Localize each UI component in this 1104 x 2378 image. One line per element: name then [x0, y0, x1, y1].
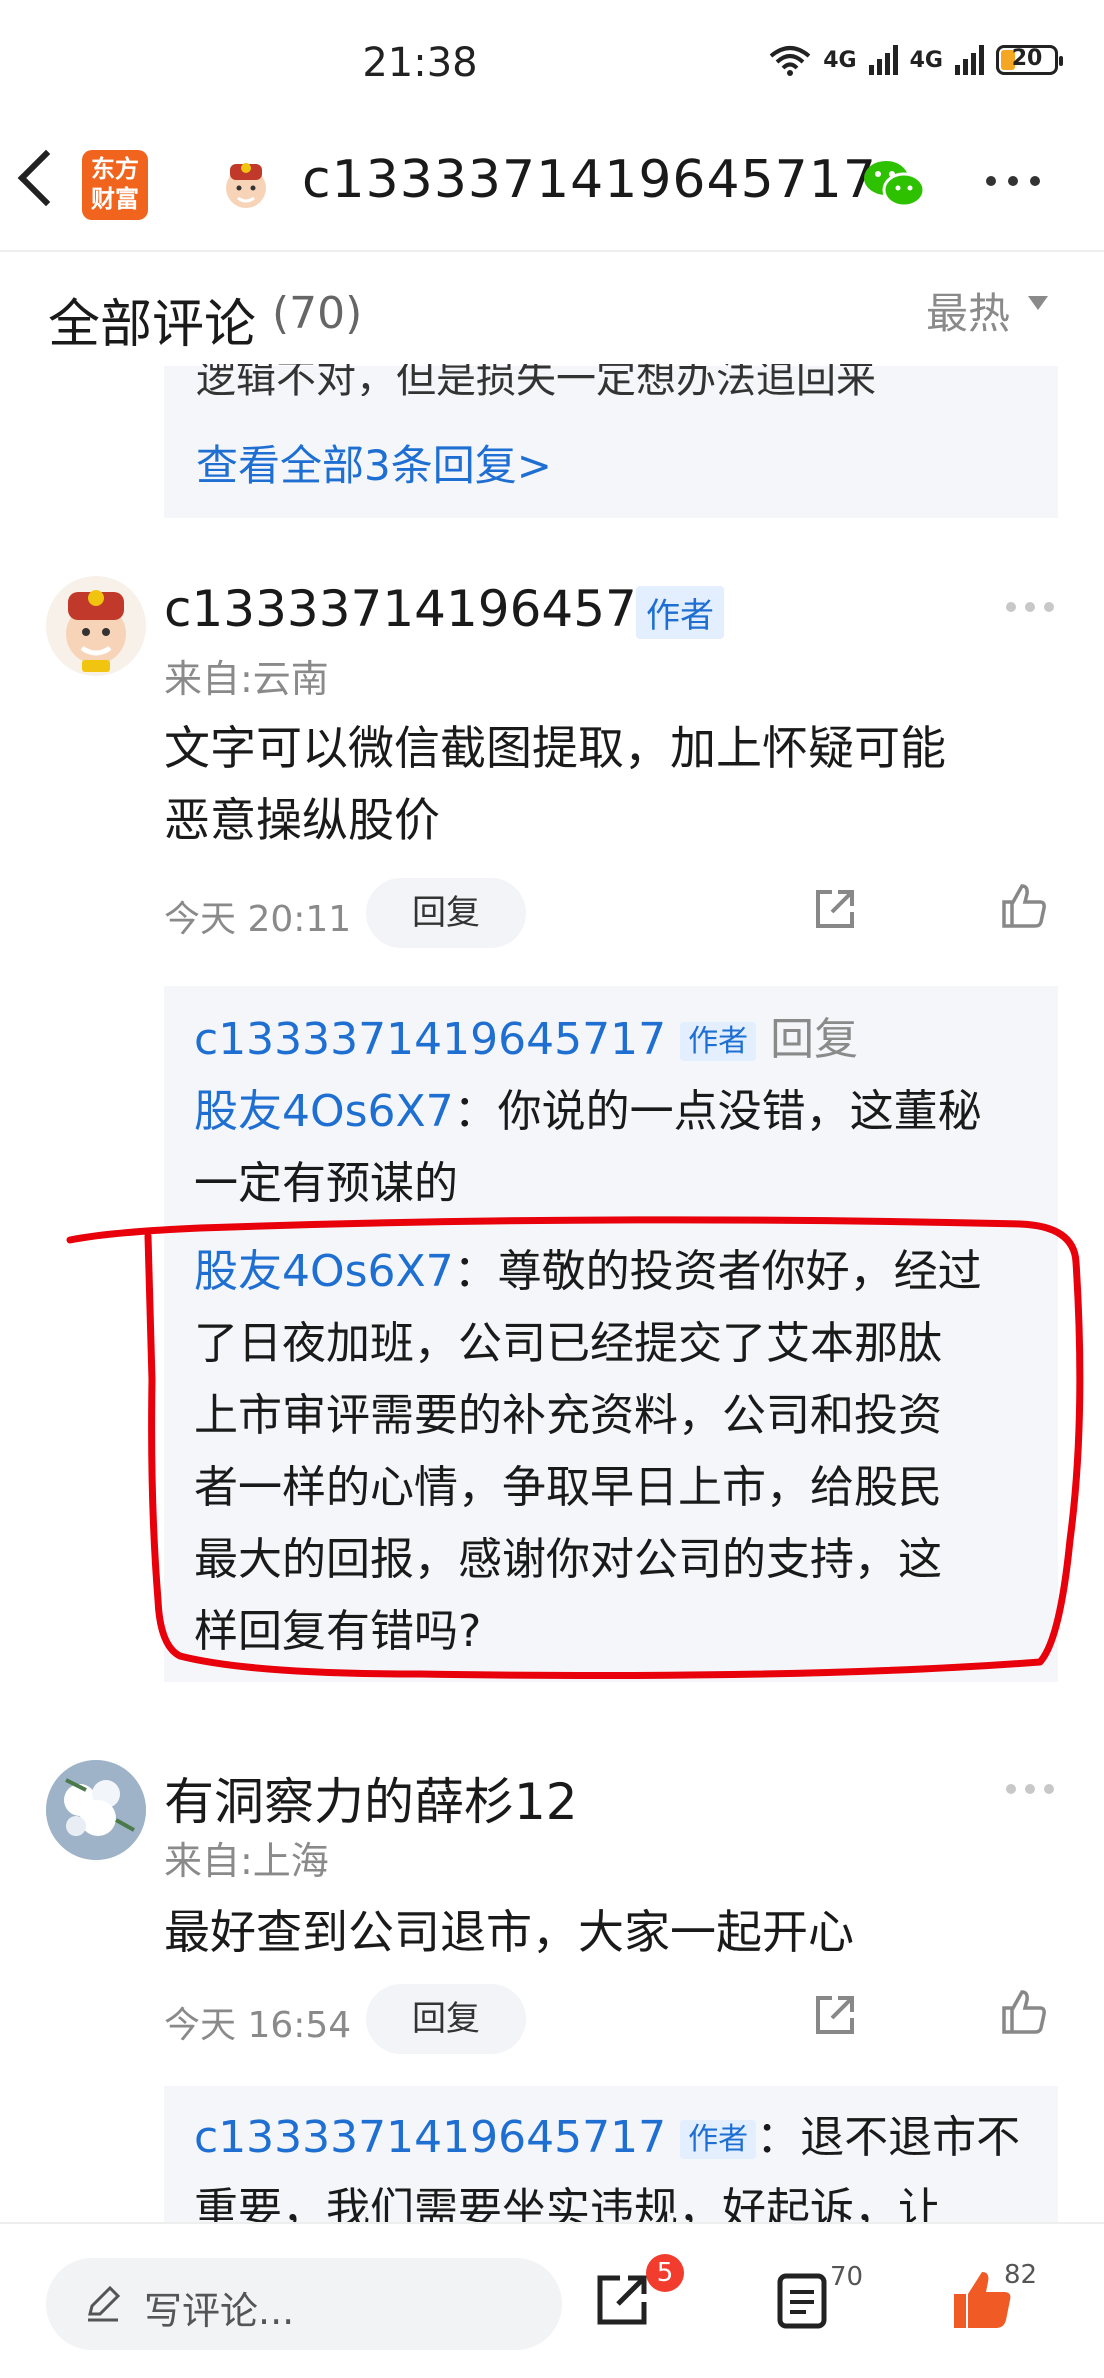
reply-text: ：退不退市不 — [756, 2112, 1021, 2163]
comment-time: 今天 16:54 — [164, 2005, 352, 2046]
truncated-reply-text: 逻辑不对，但是损失一定想办法追回来 — [196, 364, 876, 396]
reply-line: 样回复有错吗? — [194, 1606, 482, 1657]
comment-text: 最好查到公司退市，大家一起开心 — [164, 1905, 854, 1959]
reply-item: c1333371419645717 作者 ：退不退市不 — [194, 2102, 1020, 2176]
reply-text: ：你说的一点没错，这董秘 — [453, 1086, 982, 1137]
comment-username[interactable]: c133337141964571 — [164, 580, 669, 638]
comment-input-placeholder[interactable]: 写评论... — [144, 2280, 294, 2335]
status-time: 21:38 — [362, 40, 478, 86]
reply-action: 回复 — [770, 1014, 859, 1065]
comments-list-icon[interactable] — [776, 2272, 828, 2330]
caret-down-icon[interactable] — [1028, 296, 1048, 310]
reply-username[interactable]: c1333371419645717 — [194, 1014, 666, 1065]
app-logo[interactable]: 东方 财富 — [82, 150, 148, 220]
comment-text: 文字可以微信截图提取，加上怀疑可能 恶意操纵股价 — [164, 721, 946, 847]
back-arrow-icon[interactable] — [17, 149, 75, 207]
wechat-share-icon[interactable] — [862, 158, 926, 210]
comments-title: 全部评论 — [48, 295, 257, 355]
comments-count: (70) — [272, 288, 363, 339]
avatar[interactable] — [46, 576, 146, 676]
replies-box: c1333371419645717 作者 ：退不退市不 重要，我们需要坐实违规，好… — [164, 2086, 1058, 2226]
avatar[interactable] — [46, 1760, 146, 1860]
comment-input[interactable] — [46, 2258, 562, 2350]
page-title: c1333371419645717 — [302, 150, 877, 210]
comment-location: 来自:上海 — [164, 1839, 329, 1883]
reply-line: 了日夜加班，公司已经提交了艾本那肽 — [194, 1318, 942, 1369]
author-badge: 作者 — [636, 586, 724, 639]
author-badge: 作者 — [680, 2120, 757, 2159]
network-type-2: 4G — [909, 47, 943, 73]
share-icon[interactable] — [812, 1992, 858, 2038]
prev-replies-clip: 逻辑不对，但是损失一定想办法追回来 — [164, 364, 1058, 396]
view-all-replies-link[interactable]: 查看全部3条回复> — [196, 432, 552, 493]
like-icon[interactable] — [1000, 1988, 1048, 2036]
reply-text-cont: 一定有预谋的 — [194, 1158, 458, 1209]
reply-item: 股友4Os6X7：尊敬的投资者你好，经过 — [194, 1236, 982, 1308]
reply-line: 者一样的心情，争取早日上市，给股民 — [194, 1462, 942, 1513]
author-badge: 作者 — [680, 1022, 757, 1061]
reply-item: c1333371419645717 作者 回复 — [194, 1004, 858, 1078]
like-icon[interactable] — [1000, 882, 1048, 930]
reply-username[interactable]: c1333371419645717 — [194, 2112, 666, 2163]
likes-count-badge: 82 — [1004, 2260, 1038, 2290]
reply-username[interactable]: 股友4Os6X7 — [194, 1246, 454, 1297]
comment-more-icon[interactable] — [1006, 1784, 1054, 1794]
reply-target-username[interactable]: 股友4Os6X7 — [194, 1086, 454, 1137]
pencil-icon — [88, 2285, 121, 2322]
share-count-badge: 5 — [646, 2254, 684, 2292]
signal-icon-2 — [955, 45, 984, 75]
comment-more-icon[interactable] — [1006, 602, 1054, 612]
author-avatar-icon[interactable] — [220, 158, 272, 210]
share-icon[interactable] — [594, 2270, 652, 2328]
reply-item: 股友4Os6X7：你说的一点没错，这董秘 — [194, 1076, 982, 1148]
signal-icon — [868, 45, 898, 75]
network-type-1: 4G — [823, 47, 857, 73]
more-options-icon[interactable] — [986, 176, 1040, 186]
reply-button[interactable]: 回复 — [366, 878, 526, 948]
status-icons: 4G 4G 20 — [769, 44, 1063, 76]
battery-icon: 20 — [996, 45, 1063, 75]
comments-count-badge: 70 — [830, 2262, 864, 2292]
comment-time: 今天 20:11 — [164, 899, 352, 940]
wifi-icon — [769, 46, 811, 76]
sort-dropdown[interactable]: 最热 — [926, 280, 1010, 341]
reply-text-lines: 了日夜加班，公司已经提交了艾本那肽 上市审评需要的补充资料，公司和投资 者一样的… — [194, 1308, 942, 1668]
comment-location: 来自:云南 — [164, 657, 329, 701]
header-divider — [0, 250, 1104, 252]
reply-button[interactable]: 回复 — [366, 1984, 526, 2054]
reply-line: 最大的回报，感谢你对公司的支持，这 — [194, 1534, 942, 1585]
comment-username[interactable]: 有洞察力的薛杉12 — [164, 1762, 578, 1834]
reply-line: 上市审评需要的补充资料，公司和投资 — [194, 1390, 942, 1441]
reply-text-cont: 重要，我们需要坐实违规，好起诉，让 — [194, 2184, 942, 2226]
share-icon[interactable] — [812, 886, 858, 932]
reply-text: ：尊敬的投资者你好，经过 — [453, 1246, 982, 1297]
